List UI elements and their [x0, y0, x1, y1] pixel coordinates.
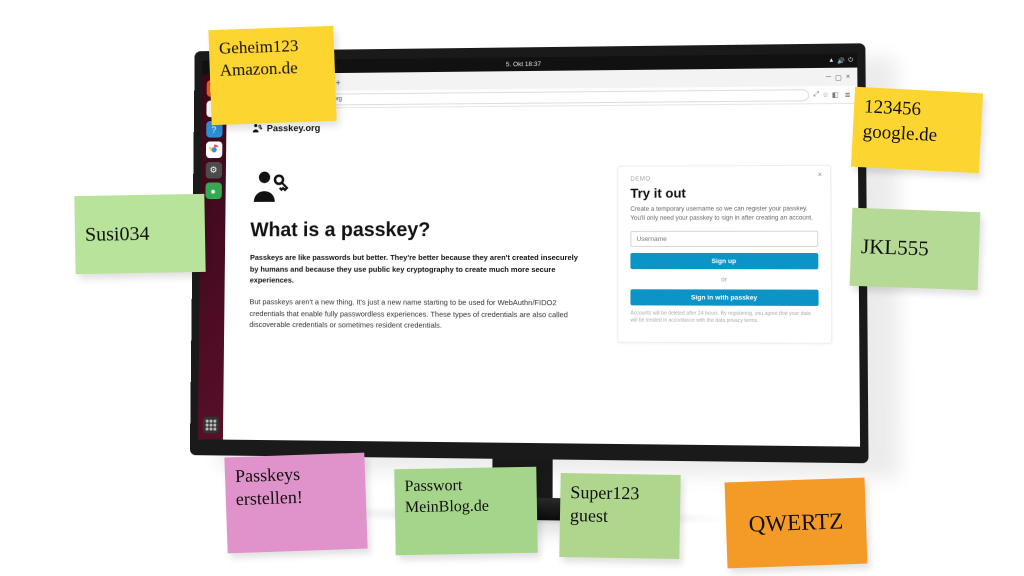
volume-icon: 🔊 — [837, 57, 845, 64]
page-content: Passkey.org What is a passkey? Passkey — [223, 104, 860, 447]
hero-paragraph-1: Passkeys are like passwords but better. … — [250, 252, 587, 287]
sticky-note-guest: Super123 guest — [559, 473, 680, 559]
person-key-icon — [251, 123, 263, 135]
hero-main: What is a passkey? Passkeys are like pas… — [249, 166, 587, 342]
demo-card: × DEMO Try it out Create a temporary use… — [617, 165, 832, 344]
address-bar[interactable]: 🔒 https://passkey.org — [278, 89, 810, 106]
menu-button[interactable]: ≡ — [843, 89, 853, 99]
chrome-icon[interactable] — [205, 141, 221, 158]
demo-or: or — [630, 278, 818, 284]
firefox-window: 🔑 What is a passkey? | Pas… × + ─ ▢ × ← … — [223, 68, 860, 447]
sticky-note-jkl: JKL555 — [850, 208, 981, 290]
site-brand-text: Passkey.org — [267, 123, 321, 134]
signin-passkey-button[interactable]: Sign in with passkey — [630, 290, 818, 307]
window-minimize-icon[interactable]: ─ — [826, 74, 831, 82]
sticky-note-google: 123456 google.de — [851, 87, 983, 174]
network-icon: ▲ — [828, 58, 834, 64]
os-clock: 5. Okt 18:37 — [506, 60, 541, 67]
os-status-area[interactable]: ▲ 🔊 ⏻ — [828, 57, 853, 64]
sticky-note-qwertz: QWERTZ — [725, 478, 868, 569]
signup-button[interactable]: Sign up — [630, 253, 818, 269]
hero-paragraph-2: But passkeys aren't a new thing. It's ju… — [249, 296, 587, 332]
app-icon[interactable]: ● — [205, 182, 222, 199]
site-brand[interactable]: Passkey.org — [251, 118, 831, 134]
sticky-note-passkeys: Passkeys erstellen! — [224, 453, 367, 554]
settings-icon[interactable]: ⚙ — [205, 162, 222, 179]
bookmark-icon[interactable]: ☆ — [822, 91, 829, 99]
demo-desc: Create a temporary username so we can re… — [630, 205, 818, 223]
extension-icon[interactable]: ◧ — [832, 90, 839, 98]
demo-tag: DEMO — [630, 176, 818, 183]
sticky-note-susi: Susi034 — [74, 194, 205, 274]
power-icon: ⏻ — [848, 57, 853, 64]
demo-close-icon[interactable]: × — [818, 172, 822, 179]
reader-icon[interactable]: ⤢ — [813, 91, 819, 99]
username-input[interactable] — [630, 231, 818, 247]
demo-title: Try it out — [630, 185, 818, 201]
app-grid-icon[interactable] — [202, 417, 219, 434]
hero-heading: What is a passkey? — [250, 219, 587, 242]
sticky-note-blog: Passwort MeinBlog.de — [394, 467, 537, 555]
window-maximize-icon[interactable]: ▢ — [835, 74, 842, 82]
sticky-note-amazon: Geheim123 Amazon.de — [208, 26, 336, 125]
hero-icon — [251, 167, 290, 206]
demo-legal: Accounts will be deleted after 24 hours.… — [630, 311, 818, 325]
window-close-icon[interactable]: × — [846, 74, 850, 82]
